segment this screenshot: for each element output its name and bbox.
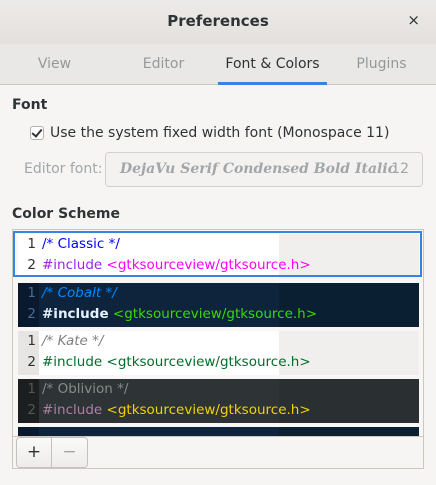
remove-scheme-button[interactable]: − bbox=[52, 437, 88, 468]
preview-comment: /* Cobalt */ bbox=[42, 285, 117, 301]
preview-string: <gtksourceview/gtksource.h> bbox=[102, 257, 311, 273]
scheme-preview: /* Oblivion */ #include <gtksourceview/g… bbox=[42, 379, 311, 421]
editor-font-name: DejaVu Serif Condensed Bold Italic bbox=[120, 161, 397, 177]
line-number-gutter: 12 bbox=[18, 234, 39, 278]
preview-comment: /* Kate */ bbox=[42, 333, 104, 349]
scheme-item-classic[interactable]: 12 /* Classic */ #include <gtksourceview… bbox=[18, 234, 419, 278]
editor-font-button[interactable]: DejaVu Serif Condensed Bold Italic 12 bbox=[105, 152, 423, 187]
preview-keyword: #include bbox=[42, 306, 109, 322]
system-font-label: Use the system fixed width font (Monospa… bbox=[50, 125, 390, 141]
tab-view[interactable]: View bbox=[0, 44, 109, 84]
system-font-row[interactable]: Use the system fixed width font (Monospa… bbox=[30, 124, 389, 142]
system-font-checkbox[interactable] bbox=[30, 126, 44, 140]
line-number-gutter: 12 bbox=[18, 379, 39, 423]
preview-keyword: #include bbox=[42, 257, 103, 273]
scheme-button-group: + − bbox=[16, 437, 88, 468]
preview-comment: /* Oblivion */ bbox=[42, 381, 129, 397]
tab-plugins[interactable]: Plugins bbox=[327, 44, 436, 84]
preview-string: <gtksourceview/gtksource.h> bbox=[102, 354, 311, 370]
scheme-preview: /* Kate */ #include <gtksourceview/gtkso… bbox=[42, 331, 311, 373]
tab-bar: View Editor Font & Colors Plugins bbox=[0, 44, 436, 85]
preview-string: <gtksourceview/gtksource.h> bbox=[102, 402, 311, 418]
preview-string: <gtksourceview/gtksource.h> bbox=[108, 306, 318, 322]
preview-comment: /* Classic */ bbox=[42, 236, 120, 252]
color-scheme-list: 12 /* Classic */ #include <gtksourceview… bbox=[12, 229, 424, 469]
window-title: Preferences bbox=[167, 12, 269, 30]
scheme-item-kate[interactable]: 12 /* Kate */ #include <gtksourceview/gt… bbox=[18, 331, 419, 375]
scheme-item-oblivion[interactable]: 12 /* Oblivion */ #include <gtksourcevie… bbox=[18, 379, 419, 423]
close-icon[interactable]: × bbox=[407, 11, 420, 29]
color-scheme-heading: Color Scheme bbox=[12, 206, 121, 222]
scheme-toolbar: + − bbox=[13, 436, 423, 468]
line-number-gutter: 12 bbox=[18, 283, 39, 327]
editor-font-label: Editor font: bbox=[24, 161, 103, 177]
font-section-heading: Font bbox=[12, 97, 48, 113]
preview-keyword: #include bbox=[42, 354, 103, 370]
tab-font-colors[interactable]: Font & Colors bbox=[218, 44, 327, 85]
add-scheme-button[interactable]: + bbox=[16, 437, 52, 468]
preview-keyword: #include bbox=[42, 402, 103, 418]
line-number-gutter: 12 bbox=[18, 331, 39, 375]
scheme-item-cobalt[interactable]: 12 /* Cobalt */ #include <gtksourceview/… bbox=[18, 283, 419, 327]
scheme-preview: /* Cobalt */ #include <gtksourceview/gtk… bbox=[42, 283, 317, 325]
editor-font-size: 12 bbox=[391, 161, 409, 177]
tab-editor[interactable]: Editor bbox=[109, 44, 218, 84]
scheme-preview: /* Classic */ #include <gtksourceview/gt… bbox=[42, 234, 311, 276]
title-bar: Preferences × bbox=[0, 0, 436, 44]
